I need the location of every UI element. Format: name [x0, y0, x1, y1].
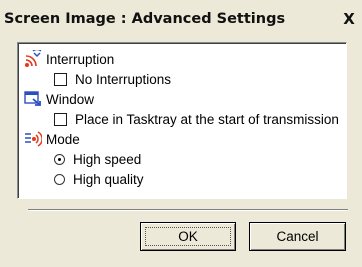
- interruption-label: Interruption: [46, 51, 115, 67]
- high-quality-option[interactable]: High quality: [54, 169, 144, 189]
- high-speed-option[interactable]: High speed: [54, 149, 141, 169]
- high-quality-label[interactable]: High quality: [73, 172, 144, 187]
- tasktray-checkbox[interactable]: [54, 112, 67, 126]
- high-speed-radio[interactable]: [54, 153, 65, 165]
- cancel-button[interactable]: Cancel: [249, 222, 346, 251]
- section-window: Window: [24, 89, 94, 109]
- title-bar[interactable]: Screen Image : Advanced Settings X: [2, 3, 361, 35]
- cancel-button-label: Cancel: [276, 229, 319, 244]
- section-mode: Mode: [24, 129, 80, 149]
- focus-rectangle: [145, 227, 231, 246]
- settings-panel: Interruption No Interruptions Window Pla…: [17, 42, 347, 199]
- tasktray-label[interactable]: Place in Tasktray at the start of transm…: [75, 112, 339, 127]
- window-label: Window: [46, 91, 95, 107]
- section-interruption: Interruption: [24, 48, 115, 69]
- dialog-title: Screen Image : Advanced Settings: [4, 11, 286, 27]
- mode-label: Mode: [46, 131, 80, 147]
- advanced-settings-dialog: Screen Image : Advanced Settings X Inter…: [0, 0, 362, 267]
- high-speed-label[interactable]: High speed: [73, 152, 141, 167]
- divider: [28, 209, 348, 211]
- window-icon: [24, 90, 42, 108]
- signal-icon: [24, 48, 42, 68]
- high-quality-radio[interactable]: [54, 173, 65, 185]
- no-interruptions-option[interactable]: No Interruptions: [54, 69, 171, 89]
- tasktray-option[interactable]: Place in Tasktray at the start of transm…: [54, 109, 339, 129]
- mode-icon: [24, 130, 43, 148]
- no-interruptions-label[interactable]: No Interruptions: [75, 72, 171, 87]
- ok-button[interactable]: OK: [140, 222, 236, 251]
- no-interruptions-checkbox[interactable]: [54, 72, 67, 86]
- close-button[interactable]: X: [341, 11, 357, 27]
